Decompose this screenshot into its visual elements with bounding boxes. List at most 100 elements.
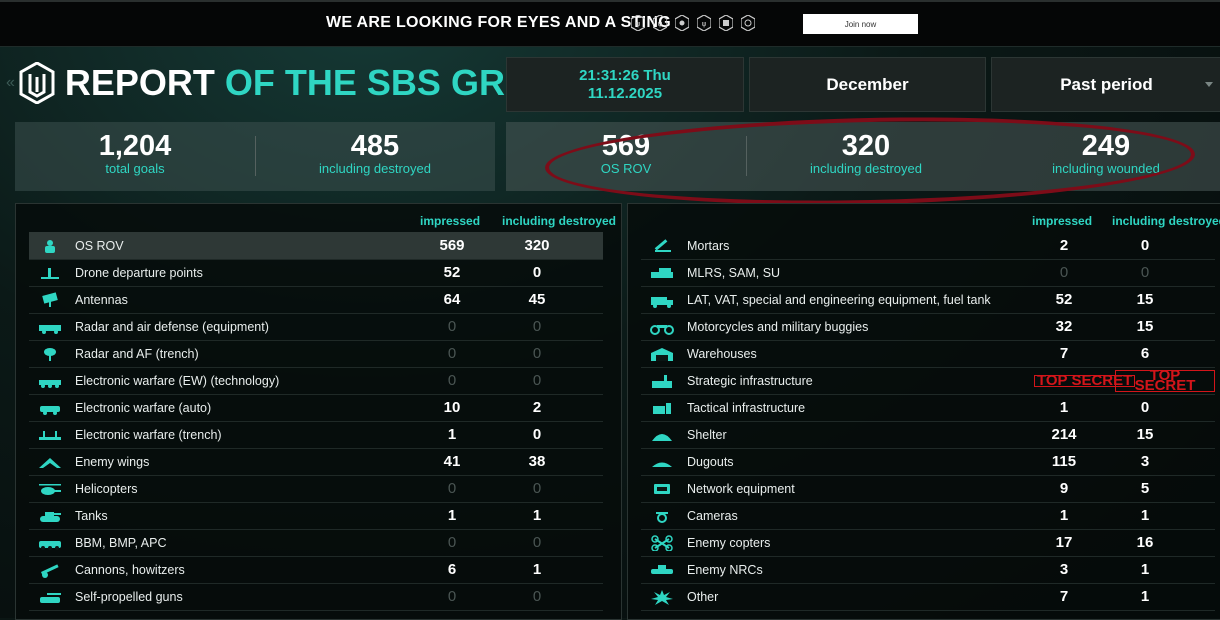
table-row[interactable]: Electronic warfare (auto) 10 2 [29, 394, 603, 422]
row-label: Dugouts [687, 454, 734, 469]
apc-icon [37, 535, 63, 551]
datetime-display: 21:31:26 Thu 11.12.2025 [506, 57, 744, 112]
unit-badge-icon[interactable]: ψ [652, 14, 668, 32]
destroyed-value: 45 [528, 291, 546, 308]
impressed-value: 7 [1059, 345, 1069, 362]
unit-badge-icon[interactable]: ψ [696, 14, 712, 32]
table-row[interactable]: Radar and AF (trench) 0 0 [29, 340, 603, 368]
impressed-value: 569 [439, 237, 465, 254]
destroyed-value: 15 [1136, 426, 1154, 443]
table-row[interactable]: Cannons, howitzers 6 1 [29, 556, 603, 584]
row-label: Strategic infrastructure [687, 373, 813, 388]
table-row[interactable]: Enemy copters 17 16 [641, 529, 1215, 557]
row-label: Enemy copters [687, 535, 771, 550]
table-row[interactable]: Enemy wings 41 38 [29, 448, 603, 476]
row-label: Electronic warfare (trench) [75, 427, 222, 442]
table-row[interactable]: MLRS, SAM, SU 0 0 [641, 259, 1215, 287]
ew-auto-icon [37, 400, 63, 416]
destroyed-value: 38 [528, 453, 546, 470]
month-selector[interactable]: December [749, 57, 986, 112]
targets-table-left: impressed including destroyed OS ROV 569 3… [15, 203, 622, 620]
impressed-value: 52 [1055, 291, 1073, 308]
launch-point-icon [37, 265, 63, 281]
row-label: Helicopters [75, 481, 138, 496]
destroyed-value: 0 [532, 372, 542, 389]
table-row[interactable]: Shelter 214 15 [641, 421, 1215, 449]
table-row[interactable]: Helicopters 0 0 [29, 475, 603, 503]
banner-slogan: WE ARE LOOKING FOR EYES AND A STING [326, 14, 672, 31]
row-label: Mortars [687, 238, 730, 253]
factory-icon [649, 373, 675, 389]
radar-vehicle-icon [37, 319, 63, 335]
svg-text:ψ: ψ [702, 20, 707, 28]
table-row[interactable]: Electronic warfare (EW) (technology) 0 0 [29, 367, 603, 395]
table-row[interactable]: Motorcycles and military buggies 32 15 [641, 313, 1215, 341]
destroyed-value: 0 [532, 588, 542, 605]
row-label: Enemy NRCs [687, 562, 763, 577]
chevron-left-icon[interactable]: « [6, 74, 15, 92]
impressed-value: 0 [447, 480, 457, 497]
impressed-value: 2 [1059, 237, 1069, 254]
table-row[interactable]: Tactical infrastructure 1 0 [641, 394, 1215, 422]
unit-badge-icon[interactable] [740, 14, 756, 32]
table-row[interactable]: Other 7 1 [641, 583, 1215, 611]
destroyed-value: 15 [1136, 291, 1154, 308]
table-row[interactable]: OS ROV 569 320 [29, 232, 603, 260]
table-row[interactable]: BBM, BMP, APC 0 0 [29, 529, 603, 557]
destroyed-value: 320 [524, 237, 550, 254]
antenna-icon [37, 291, 63, 308]
impressed-value: 115 [1051, 453, 1077, 470]
period-dropdown[interactable]: Past period [991, 57, 1220, 112]
join-now-button[interactable]: Join now [803, 14, 918, 34]
destroyed-value: 0 [532, 345, 542, 362]
motorcycle-icon [649, 319, 675, 335]
table-row[interactable]: LAT, VAT, special and engineering equipm… [641, 286, 1215, 314]
table-row[interactable]: Drone departure points 52 0 [29, 259, 603, 287]
table-row[interactable]: Enemy NRCs 3 1 [641, 556, 1215, 584]
impressed-value: 3 [1059, 561, 1069, 578]
destroyed-value: 1 [532, 561, 542, 578]
table-row[interactable]: Cameras 1 1 [641, 502, 1215, 530]
destroyed-value: TOP SECRET [1115, 368, 1215, 393]
row-label: Tanks [75, 508, 108, 523]
row-label: Warehouses [687, 346, 757, 361]
destroyed-value: 0 [532, 426, 542, 443]
impressed-value: 1 [447, 426, 457, 443]
stat-total-goals: 1,204 total goals [55, 130, 215, 176]
table-row[interactable]: Dugouts 115 3 [641, 448, 1215, 476]
shelter-icon [649, 427, 675, 443]
unit-badge-icon[interactable] [674, 14, 690, 32]
row-label: Tactical infrastructure [687, 400, 806, 415]
stat-label: including destroyed [318, 161, 432, 176]
destroyed-value: 1 [1140, 507, 1150, 524]
cannon-icon [37, 562, 63, 578]
table-row[interactable]: Tanks 1 1 [29, 502, 603, 530]
table-row[interactable]: Warehouses 7 6 [641, 340, 1215, 368]
camera-icon [649, 508, 675, 524]
col-header-impressed: impressed [420, 214, 481, 228]
table-row[interactable]: Electronic warfare (trench) 1 0 [29, 421, 603, 449]
unit-badge-icon[interactable]: ψ [630, 14, 646, 32]
table-row[interactable]: Radar and air defense (equipment) 0 0 [29, 313, 603, 341]
chevron-down-icon [1205, 82, 1213, 87]
report-header: « REPORT OF THE SBS GROUP [6, 58, 583, 108]
dugout-icon [649, 454, 675, 470]
destroyed-value: 2 [532, 399, 542, 416]
row-label: Electronic warfare (auto) [75, 400, 212, 415]
table-row[interactable]: Strategic infrastructure TOP SECRET TOP SE… [641, 367, 1215, 395]
table-row[interactable]: Antennas 64 45 [29, 286, 603, 314]
row-label: Shelter [687, 427, 727, 442]
divider [255, 136, 256, 176]
table-row[interactable]: Mortars 2 0 [641, 232, 1215, 260]
impressed-value: 1 [447, 507, 457, 524]
impressed-value: 9 [1059, 480, 1069, 497]
impressed-value: 7 [1059, 588, 1069, 605]
wing-icon [37, 454, 63, 470]
unit-badge-icon[interactable] [718, 14, 734, 32]
col-header-impressed: impressed [1032, 214, 1093, 228]
time-line: 21:31:26 Thu [579, 66, 671, 84]
row-label: LAT, VAT, special and engineering equipm… [687, 292, 991, 307]
stat-label: total goals [105, 161, 165, 176]
table-row[interactable]: Network equipment 9 5 [641, 475, 1215, 503]
table-row[interactable]: Self-propelled guns 0 0 [29, 583, 603, 611]
